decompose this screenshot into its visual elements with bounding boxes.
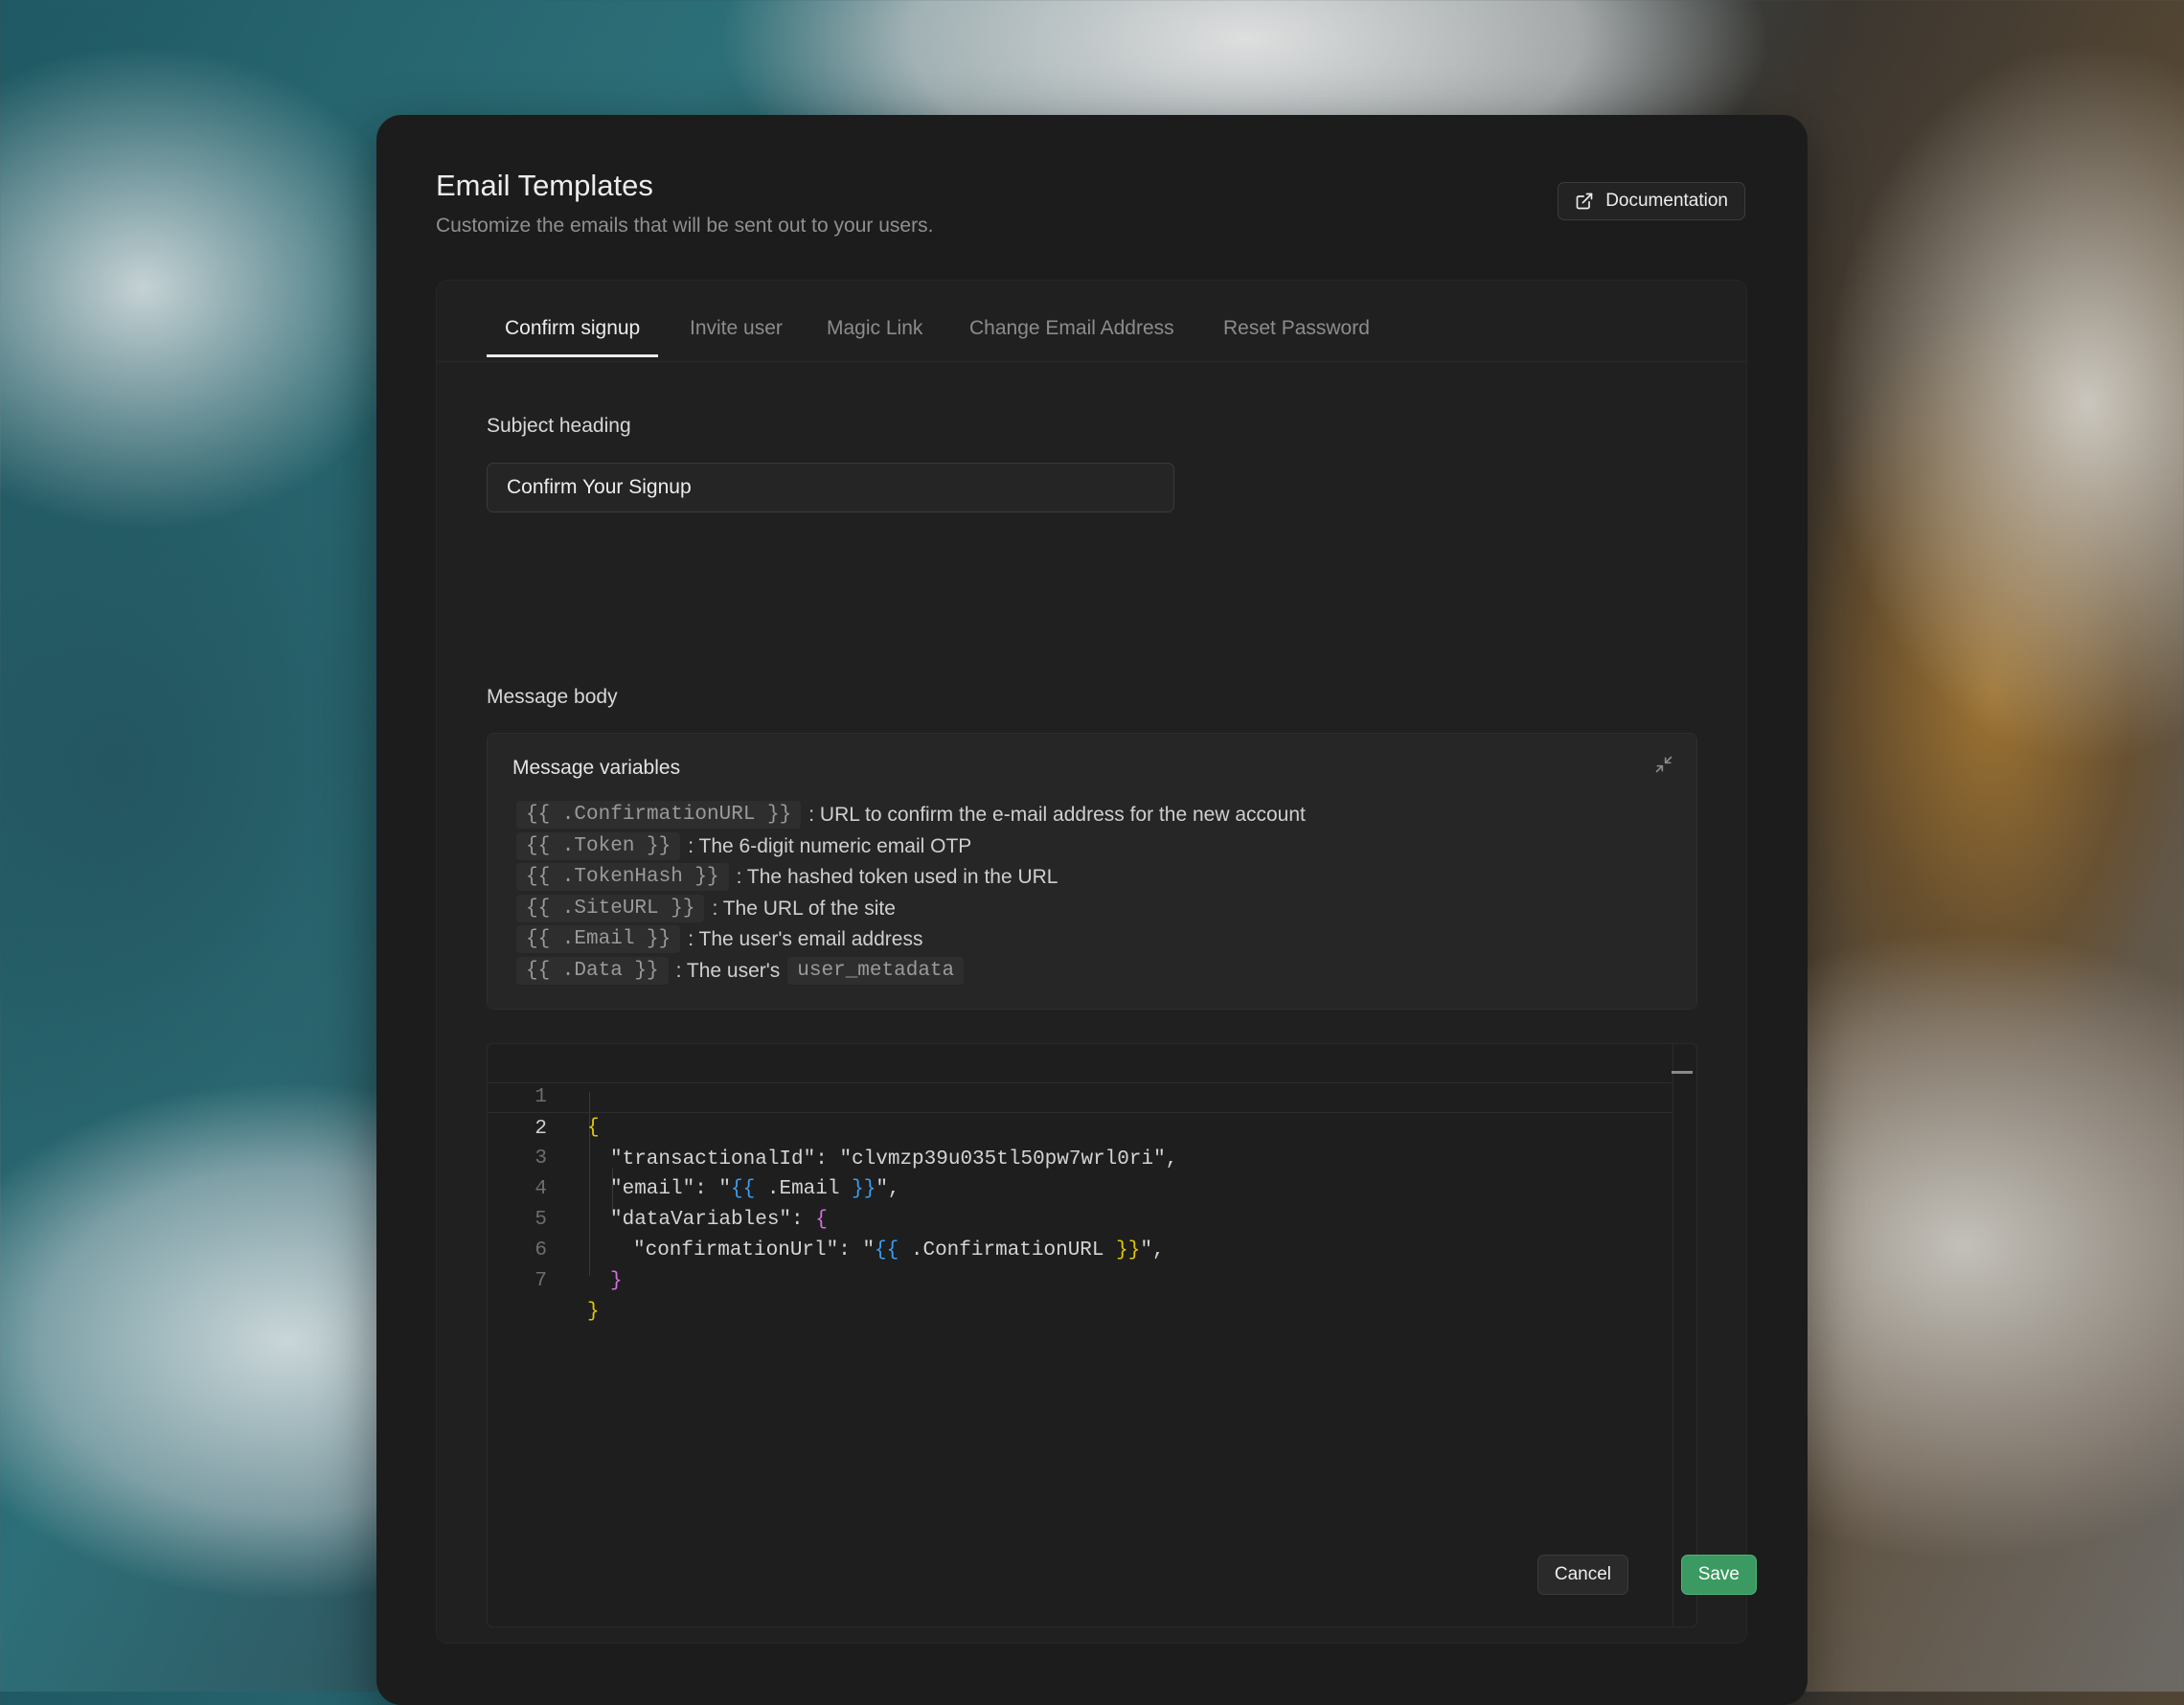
variable-code: {{ .SiteURL }} — [516, 895, 705, 922]
tab-invite-user[interactable]: Invite user — [690, 317, 783, 354]
page-subtitle: Customize the emails that will be sent o… — [436, 215, 934, 237]
tab-magic-link[interactable]: Magic Link — [827, 317, 922, 354]
code-line: 5 "confirmationUrl": "{{ .ConfirmationUR… — [488, 1174, 1672, 1262]
code-text: } — [610, 1270, 623, 1292]
variable-code-inline: user_metadata — [787, 957, 965, 985]
message-variables-panel: Message variables {{ .ConfirmationURL }}… — [487, 733, 1697, 1010]
line-number: 7 — [535, 1270, 547, 1292]
subject-input[interactable] — [487, 463, 1174, 512]
subject-heading-label: Subject heading — [487, 415, 631, 437]
variable-code: {{ .TokenHash }} — [516, 863, 729, 891]
variable-row: {{ .Token }} : The 6-digit numeric email… — [516, 832, 971, 860]
tab-change-email-address[interactable]: Change Email Address — [969, 317, 1174, 354]
page-title: Email Templates — [436, 169, 653, 202]
template-tabs: Confirm signup Invite user Magic Link Ch… — [437, 281, 1746, 362]
editor-minimap-marker — [1672, 1071, 1693, 1074]
variable-description: : URL to confirm the e-mail address for … — [808, 803, 1306, 826]
variable-row: {{ .Data }} : The user's user_metadata — [516, 957, 971, 985]
external-link-icon — [1576, 193, 1593, 210]
cancel-button[interactable]: Cancel — [1536, 1555, 1628, 1595]
documentation-label: Documentation — [1605, 191, 1728, 211]
variable-description: : The user's — [675, 959, 781, 982]
code-editor[interactable]: 1 { 2 "transactionalId": "clvmzp39u035tl… — [487, 1043, 1697, 1627]
code-line-current: 2 "transactionalId": "clvmzp39u035tl50pw… — [488, 1082, 1672, 1171]
code-line: 1 { — [488, 1052, 1672, 1139]
variable-row: {{ .ConfirmationURL }} : URL to confirm … — [516, 801, 1306, 829]
variable-description: : The user's email address — [688, 927, 923, 950]
variable-code: {{ .Data }} — [516, 957, 669, 985]
code-line: 7 } — [488, 1236, 1672, 1323]
code-line: 3 "email": "{{ .Email }}", — [488, 1113, 1672, 1200]
variable-row: {{ .SiteURL }} : The URL of the site — [516, 895, 896, 922]
tab-confirm-signup[interactable]: Confirm signup — [487, 317, 659, 357]
variable-code: {{ .ConfirmationURL }} — [516, 801, 802, 829]
variable-code: {{ .Email }} — [516, 925, 681, 953]
template-panel: Confirm signup Invite user Magic Link Ch… — [436, 280, 1747, 1644]
editor-scrollbar[interactable] — [1672, 1044, 1695, 1626]
documentation-button[interactable]: Documentation — [1558, 182, 1745, 220]
message-body-label: Message body — [487, 686, 618, 708]
tab-reset-password[interactable]: Reset Password — [1223, 317, 1370, 354]
variable-description: : The URL of the site — [712, 897, 896, 920]
code-text: } — [587, 1301, 600, 1323]
message-variables-title: Message variables — [512, 757, 681, 779]
save-button[interactable]: Save — [1680, 1555, 1757, 1595]
variable-row: {{ .TokenHash }} : The hashed token used… — [516, 863, 1058, 891]
variable-description: : The 6-digit numeric email OTP — [688, 834, 972, 857]
code-line: 4 "dataVariables": { — [488, 1144, 1672, 1231]
code-line: 6 } — [488, 1205, 1672, 1292]
email-templates-modal: Email Templates Customize the emails tha… — [376, 115, 1808, 1705]
collapse-icon[interactable] — [1654, 755, 1673, 774]
variable-row: {{ .Email }} : The user's email address — [516, 925, 922, 953]
variable-code: {{ .Token }} — [516, 832, 681, 860]
variable-description: : The hashed token used in the URL — [736, 865, 1058, 888]
